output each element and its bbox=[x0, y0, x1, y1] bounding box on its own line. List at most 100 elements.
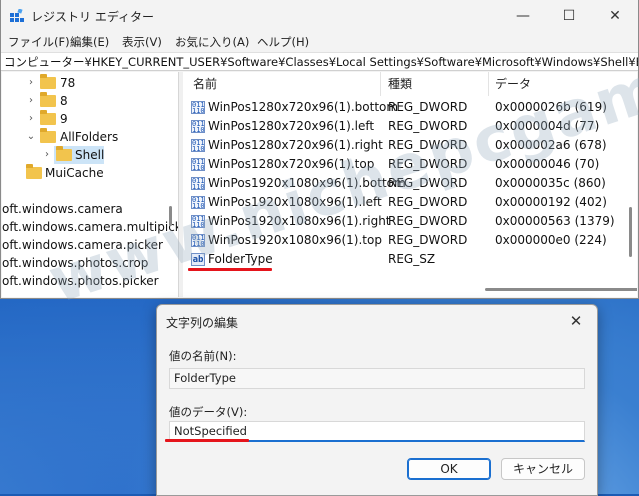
value-row[interactable]: 011 110 WinPos1920x1080x96(1).left REG_D… bbox=[183, 193, 623, 212]
column-header-type[interactable]: 種類 bbox=[388, 72, 412, 96]
dword-value-icon: 011 110 bbox=[191, 139, 205, 152]
folder-icon bbox=[26, 164, 42, 179]
value-type: REG_DWORD bbox=[388, 119, 468, 133]
tree-item-muicache[interactable]: MuiCache bbox=[2, 164, 172, 182]
value-row[interactable]: 011 110 WinPos1920x1080x96(1).bottom REG… bbox=[183, 174, 623, 193]
menu-bar: ファイル(F) 編集(E) 表示(V) お気に入り(A) ヘルプ(H) bbox=[1, 32, 638, 52]
value-name: WinPos1280x720x96(1).right bbox=[208, 138, 383, 152]
value-data: 0x00000563 (1379) bbox=[495, 214, 615, 228]
column-separator[interactable] bbox=[380, 72, 381, 96]
tree-item-label: oft.windows.photos.crop bbox=[2, 256, 149, 270]
chevron-right-icon[interactable]: › bbox=[42, 146, 52, 164]
value-data: 0x0000035c (860) bbox=[495, 176, 606, 190]
menu-edit[interactable]: 編集(E) bbox=[70, 34, 109, 50]
tree-item-78[interactable]: › 78 bbox=[2, 74, 172, 92]
value-name: FolderType bbox=[208, 252, 273, 266]
menu-file[interactable]: ファイル(F) bbox=[8, 34, 70, 50]
cancel-button[interactable]: キャンセル bbox=[501, 458, 585, 480]
registry-editor-window: レジストリ エディター — ☐ ✕ ファイル(F) 編集(E) 表示(V) お気… bbox=[0, 0, 639, 299]
value-data-label: 値のデータ(V): bbox=[169, 405, 248, 419]
highlight-underline bbox=[188, 268, 272, 271]
tree-item[interactable]: oft.windows.photos.picker bbox=[2, 272, 159, 290]
value-name: WinPos1920x1080x96(1).top bbox=[208, 233, 382, 247]
value-row[interactable]: 011 110 WinPos1280x720x96(1).right REG_D… bbox=[183, 136, 623, 155]
column-header-data[interactable]: データ bbox=[495, 72, 531, 96]
string-value-icon: ab bbox=[191, 253, 205, 266]
menu-help[interactable]: ヘルプ(H) bbox=[257, 34, 309, 50]
window-title: レジストリ エディター bbox=[31, 10, 154, 24]
chevron-right-icon[interactable]: › bbox=[26, 92, 36, 110]
values-horizontal-scrollbar[interactable] bbox=[485, 288, 637, 291]
value-type: REG_DWORD bbox=[388, 233, 468, 247]
tree-item-label: MuiCache bbox=[45, 166, 104, 180]
tree-item-label: AllFolders bbox=[60, 130, 119, 144]
menu-favorites[interactable]: お気に入り(A) bbox=[175, 34, 249, 50]
tree-item-8[interactable]: › 8 bbox=[2, 92, 172, 110]
tree-item-shell[interactable]: › Shell bbox=[2, 146, 172, 164]
value-name: WinPos1280x720x96(1).left bbox=[208, 119, 375, 133]
folder-icon bbox=[56, 146, 72, 161]
values-vertical-scrollbar[interactable] bbox=[629, 207, 632, 257]
value-data: 0x0000004d (77) bbox=[495, 119, 600, 133]
value-type: REG_DWORD bbox=[388, 100, 468, 114]
value-name: WinPos1920x1080x96(1).left bbox=[208, 195, 382, 209]
value-name: WinPos1280x720x96(1).bottom bbox=[208, 100, 399, 114]
chevron-right-icon[interactable]: › bbox=[26, 74, 36, 92]
value-row[interactable]: 011 110 WinPos1280x720x96(1).top REG_DWO… bbox=[183, 155, 623, 174]
dword-value-icon: 011 110 bbox=[191, 177, 205, 190]
value-row-foldertype[interactable]: ab FolderType REG_SZ bbox=[183, 250, 623, 269]
tree-item[interactable]: oft.windows.camera.multipicke bbox=[2, 218, 179, 236]
tree-item-9[interactable]: › 9 bbox=[2, 110, 172, 128]
tree-item[interactable]: oft.windows.photos.crop bbox=[2, 254, 148, 272]
value-type: REG_DWORD bbox=[388, 195, 468, 209]
folder-icon bbox=[40, 92, 56, 107]
tree-item-allfolders[interactable]: ⌄ AllFolders bbox=[2, 128, 172, 146]
tree-item-label: oft.windows.camera.multipicke bbox=[2, 220, 179, 234]
column-separator[interactable] bbox=[488, 72, 489, 96]
dword-value-icon: 011 110 bbox=[191, 120, 205, 133]
minimize-button[interactable]: — bbox=[500, 0, 546, 32]
dword-value-icon: 011 110 bbox=[191, 101, 205, 114]
dword-value-icon: 011 110 bbox=[191, 196, 205, 209]
folder-open-icon bbox=[40, 128, 56, 143]
chevron-right-icon[interactable]: › bbox=[26, 110, 36, 128]
maximize-button[interactable]: ☐ bbox=[546, 0, 592, 32]
value-name-label: 値の名前(N): bbox=[169, 349, 237, 363]
menu-view[interactable]: 表示(V) bbox=[122, 34, 162, 50]
value-row[interactable]: 011 110 WinPos1920x1080x96(1).top REG_DW… bbox=[183, 231, 623, 250]
dword-value-icon: 011 110 bbox=[191, 158, 205, 171]
value-name-field[interactable]: FolderType bbox=[169, 368, 585, 389]
value-data: 0x00000046 (70) bbox=[495, 157, 600, 171]
tree-scrollbar[interactable] bbox=[169, 206, 172, 226]
dialog-close-button[interactable]: ✕ bbox=[561, 307, 591, 335]
highlight-underline bbox=[165, 439, 249, 442]
values-pane[interactable]: 名前 種類 データ 011 110 WinPos1280x720x96(1).b… bbox=[183, 72, 637, 297]
value-data: 0x0000026b (619) bbox=[495, 100, 607, 114]
folder-icon bbox=[40, 110, 56, 125]
value-name: WinPos1920x1080x96(1).right bbox=[208, 214, 391, 228]
value-data: 0x000002a6 (678) bbox=[495, 138, 607, 152]
tree-item-label: oft.windows.camera bbox=[2, 202, 123, 216]
value-row[interactable]: 011 110 WinPos1280x720x96(1).bottom REG_… bbox=[183, 98, 623, 117]
column-header-name[interactable]: 名前 bbox=[193, 72, 217, 96]
value-row[interactable]: 011 110 WinPos1280x720x96(1).left REG_DW… bbox=[183, 117, 623, 136]
close-button[interactable]: ✕ bbox=[592, 0, 638, 32]
value-row[interactable]: 011 110 WinPos1920x1080x96(1).right REG_… bbox=[183, 212, 623, 231]
value-type: REG_DWORD bbox=[388, 214, 468, 228]
value-data: 0x000000e0 (224) bbox=[495, 233, 607, 247]
value-type: REG_DWORD bbox=[388, 157, 468, 171]
tree-item-label: 78 bbox=[60, 76, 76, 90]
tree-item-label: Shell bbox=[75, 148, 105, 162]
chevron-down-icon[interactable]: ⌄ bbox=[26, 128, 36, 146]
tree-item[interactable]: oft.windows.camera.picker bbox=[2, 236, 163, 254]
tree-item-label: oft.windows.photos.picker bbox=[2, 274, 159, 288]
key-tree-pane[interactable]: › 78 › 8 › 9 ⌄ AllFolders › Shell MuiCac… bbox=[2, 72, 179, 297]
value-name: WinPos1280x720x96(1).top bbox=[208, 157, 375, 171]
tree-item-label: 9 bbox=[60, 112, 68, 126]
value-type: REG_DWORD bbox=[388, 176, 468, 190]
title-bar: レジストリ エディター — ☐ ✕ bbox=[1, 0, 638, 32]
ok-button[interactable]: OK bbox=[407, 458, 491, 480]
address-bar[interactable]: コンピューター¥HKEY_CURRENT_USER¥Software¥Class… bbox=[1, 52, 638, 71]
tree-item-label: 8 bbox=[60, 94, 68, 108]
tree-item[interactable]: oft.windows.camera bbox=[2, 200, 123, 218]
